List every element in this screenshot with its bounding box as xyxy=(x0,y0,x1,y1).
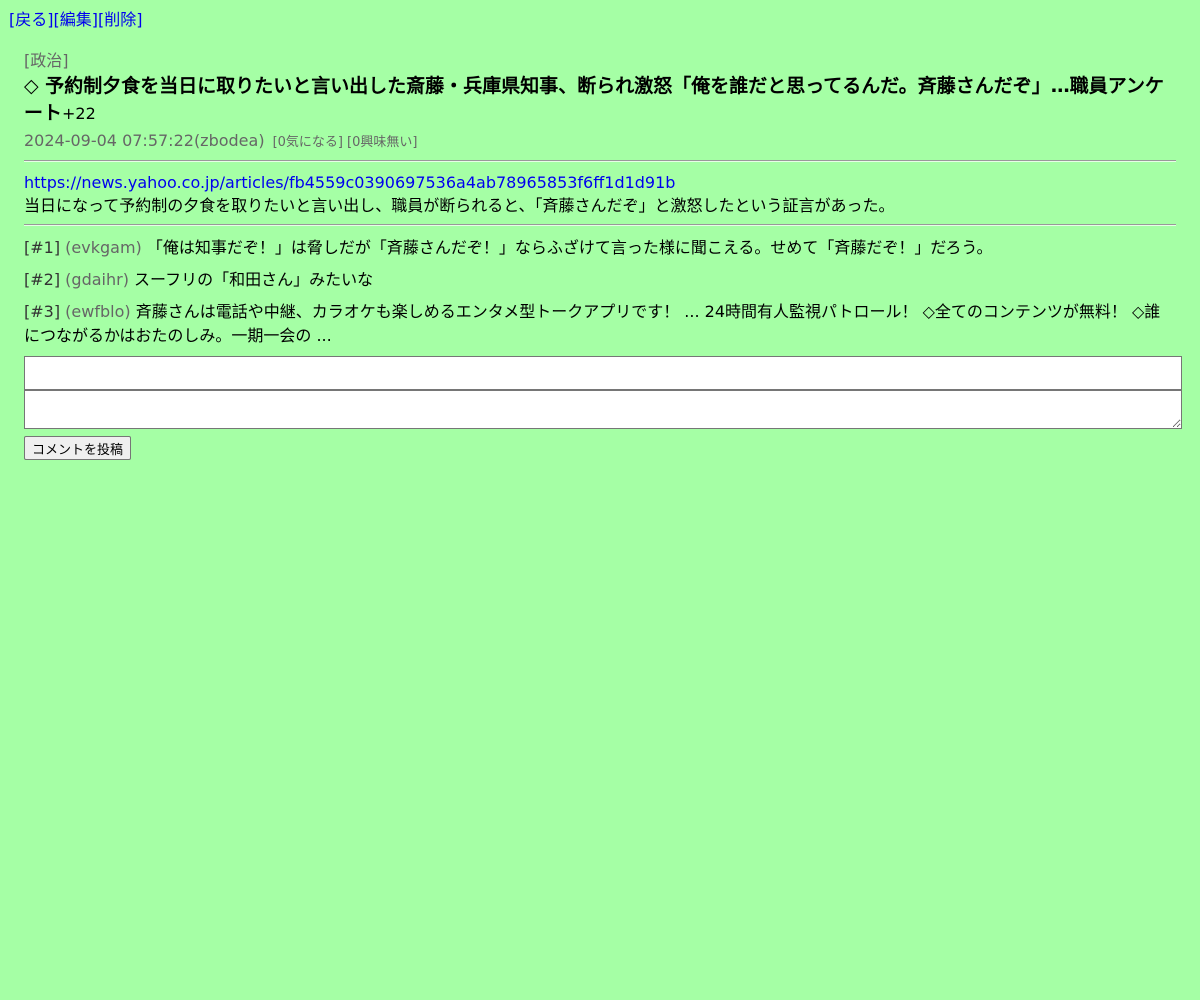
back-link[interactable]: [戻る] xyxy=(9,10,54,29)
comment-textarea[interactable] xyxy=(24,390,1182,429)
divider xyxy=(24,160,1176,162)
post-title-row: ◇ 予約制夕食を当日に取りたいと言い出した斎藤・兵庫県知事、断られ激怒「俺を誰だ… xyxy=(24,73,1176,127)
delete-link[interactable]: [削除] xyxy=(98,10,143,29)
comment-form: コメントを投稿 xyxy=(24,356,1182,460)
comment-id: [#1] xyxy=(24,238,61,257)
comment-user: (evkgam) xyxy=(65,238,142,257)
post-score: +22 xyxy=(62,104,96,123)
submit-comment-button[interactable]: コメントを投稿 xyxy=(24,436,132,460)
comment-text: スーフリの「和田さん」みたいな xyxy=(134,270,374,289)
divider xyxy=(24,224,1176,226)
comment-item: [#1] (evkgam) 「俺は知事だぞ！」は脅しだが「斉藤さんだぞ！」ならふ… xyxy=(24,236,1176,260)
comment-item: [#2] (gdaihr) スーフリの「和田さん」みたいな xyxy=(24,268,1176,292)
comment-list: [#1] (evkgam) 「俺は知事だぞ！」は脅しだが「斉藤さんだぞ！」ならふ… xyxy=(24,236,1176,348)
comment-user: (ewfblo) xyxy=(65,302,131,321)
post-datetime: 2024-09-04 07:57:22 xyxy=(24,131,194,150)
post-author: (zbodea) xyxy=(193,131,265,150)
post-meta: 2024-09-04 07:57:22(zbodea) [0気になる] [0興味無い… xyxy=(24,130,1176,154)
comment-user: (gdaihr) xyxy=(65,270,129,289)
interested-button[interactable]: [0気になる] xyxy=(273,135,343,150)
article-link[interactable]: https://news.yahoo.co.jp/articles/fb4559… xyxy=(24,173,675,192)
post-summary: 当日になって予約制の夕食を取りたいと言い出し、職員が断られると、「斉藤さんだぞ」… xyxy=(24,196,895,215)
top-navigation: [戻る][編集][削除] xyxy=(9,10,143,30)
not-interested-button[interactable]: [0興味無い] xyxy=(347,135,417,150)
post-category: [政治] xyxy=(24,51,69,70)
post-title: ◇ 予約制夕食を当日に取りたいと言い出した斎藤・兵庫県知事、断られ激怒「俺を誰だ… xyxy=(24,75,1164,124)
comment-id: [#3] xyxy=(24,302,61,321)
comment-item: [#3] (ewfblo) 斉藤さんは電話や中継、カラオケも楽しめるエンタメ型ト… xyxy=(24,300,1176,348)
comment-text: 斉藤さんは電話や中継、カラオケも楽しめるエンタメ型トークアプリです！ ... 2… xyxy=(24,302,1161,345)
comment-text: 「俺は知事だぞ！」は脅しだが「斉藤さんだぞ！」ならふざけて言った様に聞こえる。せ… xyxy=(146,238,993,257)
edit-link[interactable]: [編集] xyxy=(54,10,99,29)
comment-id: [#2] xyxy=(24,270,61,289)
post: [政治] ◇ 予約制夕食を当日に取りたいと言い出した斎藤・兵庫県知事、断られ激怒… xyxy=(24,50,1176,356)
name-input[interactable] xyxy=(24,356,1182,390)
